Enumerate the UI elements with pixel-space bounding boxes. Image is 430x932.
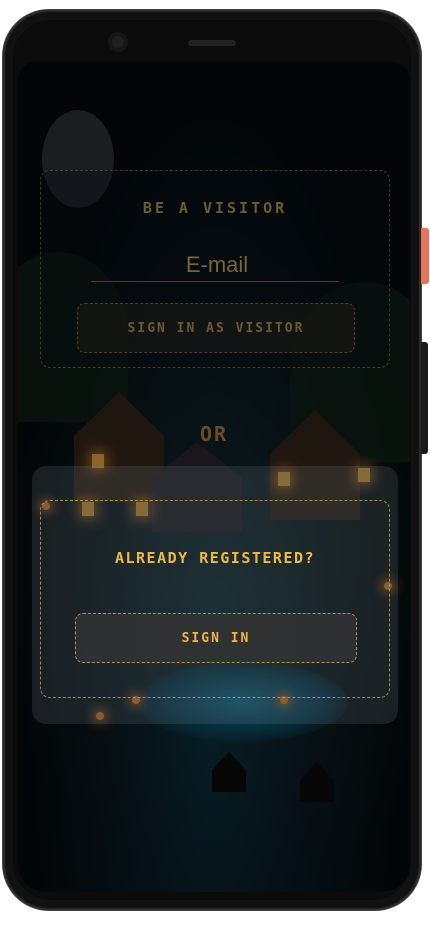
email-field[interactable] <box>91 247 343 283</box>
email-field-wrapper <box>91 247 343 283</box>
power-button <box>421 228 429 284</box>
sign-in-as-visitor-button[interactable]: SIGN IN AS VISITOR <box>77 303 355 353</box>
visitor-title: BE A VISITOR <box>142 199 288 217</box>
or-divider: OR <box>199 422 229 446</box>
volume-button <box>421 342 428 454</box>
front-camera-icon <box>108 32 128 52</box>
earpiece-speaker <box>188 40 236 46</box>
visitor-card: BE A VISITOR SIGN IN AS VISITOR <box>40 170 390 368</box>
register-card: ALREADY REGISTERED? SIGN IN <box>40 500 390 698</box>
already-registered-title: ALREADY REGISTERED? <box>114 549 316 567</box>
sign-in-button[interactable]: SIGN IN <box>75 613 357 663</box>
app-screen: BE A VISITOR SIGN IN AS VISITOR OR ALREA… <box>18 62 410 892</box>
